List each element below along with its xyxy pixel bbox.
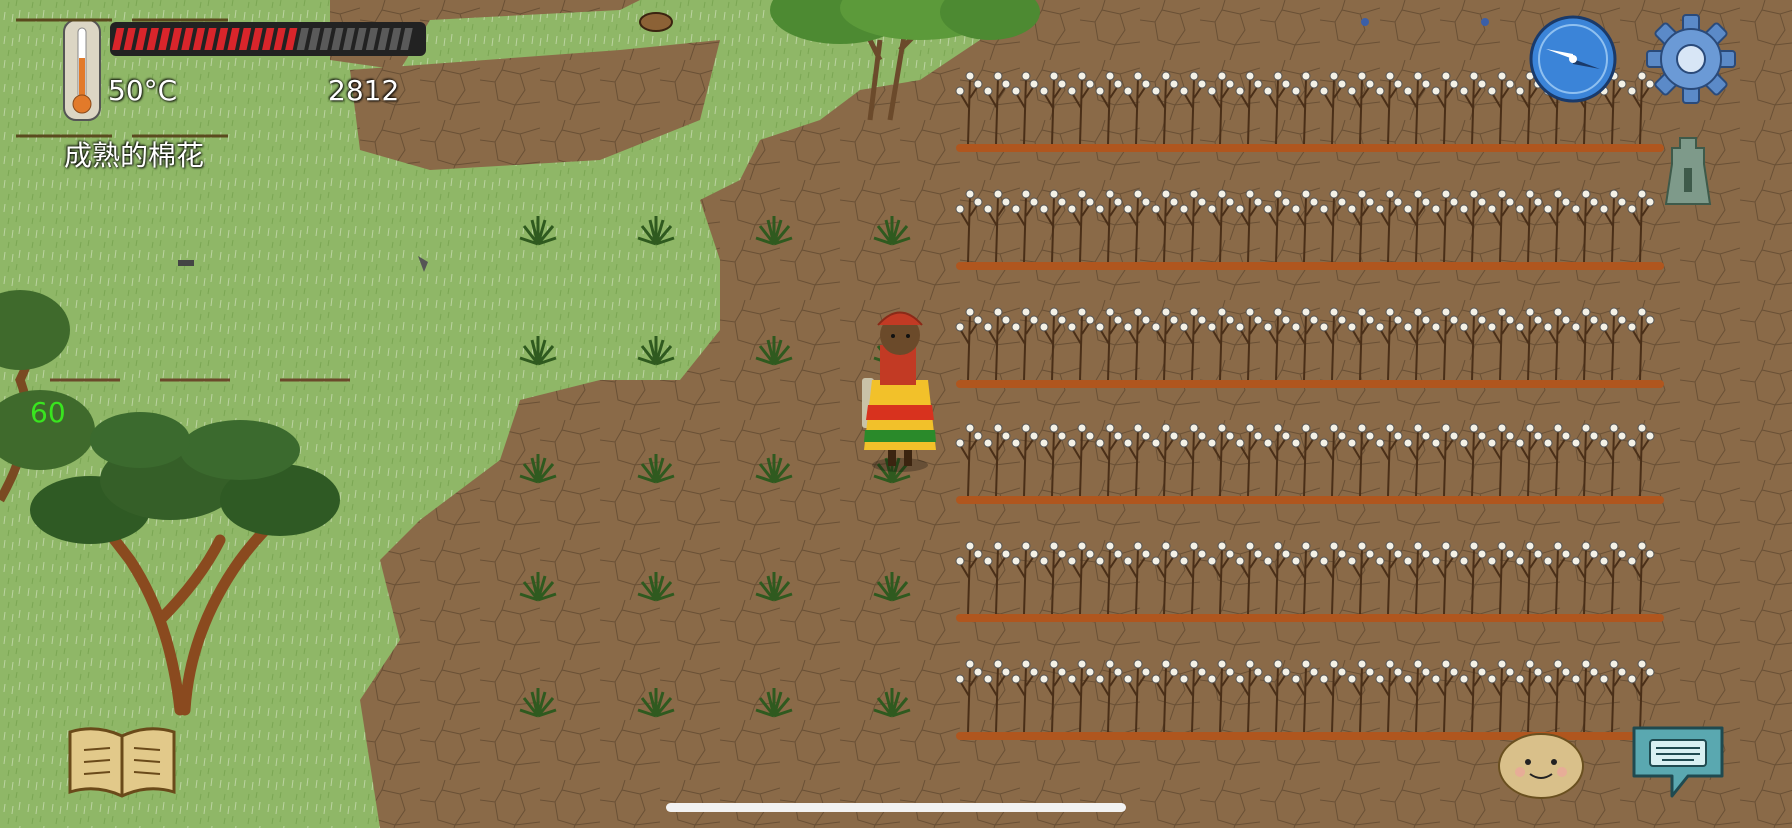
game-scene[interactable]: { "hud": { "temperature": "50°C", "score… — [0, 0, 1792, 828]
home-indicator[interactable] — [666, 803, 1126, 812]
bell-totem-icon[interactable] — [1660, 134, 1716, 210]
smiley-face-icon[interactable] — [1496, 728, 1586, 800]
gear-icon[interactable] — [1644, 12, 1738, 106]
compass-icon[interactable] — [1528, 14, 1618, 104]
fps-counter: 60 — [30, 396, 66, 429]
world-map — [0, 0, 1792, 828]
basket-item — [639, 12, 673, 32]
small-stone — [178, 260, 194, 266]
score-counter: 2812 — [328, 74, 400, 107]
keyboard-chat-icon[interactable] — [1628, 722, 1728, 804]
temperature-readout: 50°C — [108, 74, 178, 107]
hovered-object-label: 成熟的棉花 — [64, 139, 205, 172]
book-icon[interactable] — [66, 722, 178, 802]
